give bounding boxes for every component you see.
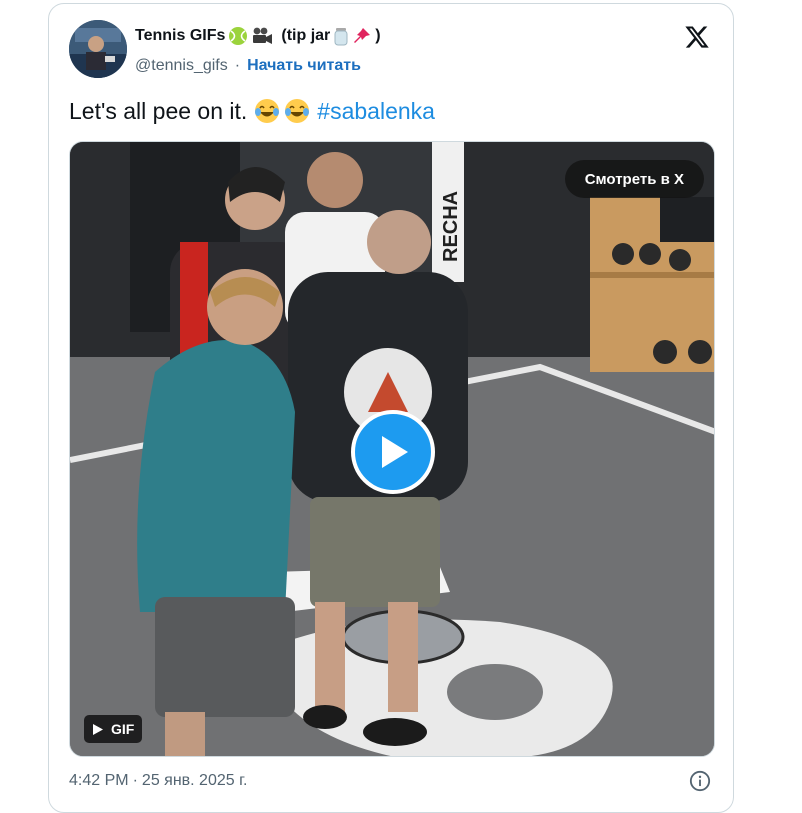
tip-jar-close: ) <box>375 27 381 44</box>
author-handle[interactable]: @tennis_gifs <box>135 57 228 75</box>
timestamp-separator: · <box>132 772 138 789</box>
tweet-date: 25 янв. 2025 г. <box>141 772 248 789</box>
face-with-tears-of-joy-icon <box>255 99 280 123</box>
tweet-time: 4:42 PM <box>69 772 129 789</box>
avatar[interactable] <box>69 20 127 78</box>
small-play-icon <box>93 723 103 735</box>
jar-icon <box>334 28 348 46</box>
follow-button[interactable]: Начать читать <box>247 57 361 75</box>
tweet-emojis <box>253 97 311 125</box>
tweet-text: Let's all pee on it. #sabalenka <box>69 97 435 125</box>
tip-jar-text: (tip jar <box>281 27 331 44</box>
tennis-ball-icon <box>229 27 248 45</box>
face-with-tears-of-joy-icon <box>285 99 310 123</box>
wall-text: RECHA <box>440 191 462 262</box>
author-name[interactable]: Tennis GIFs <box>135 27 225 45</box>
info-icon[interactable] <box>689 770 711 792</box>
x-logo-icon[interactable] <box>683 24 711 50</box>
play-icon <box>382 436 408 468</box>
media-player[interactable]: RECHA Смотреть в X GIF <box>69 141 715 757</box>
author-handle-row: @tennis_gifs · Начать читать <box>135 57 361 75</box>
avatar-image <box>69 20 127 78</box>
gif-label: GIF <box>111 721 135 737</box>
tweet-body: Let's all pee on it. <box>69 97 248 124</box>
author-name-row[interactable]: Tennis GIFs (tip jar ) <box>135 26 381 46</box>
tweet-embed-card[interactable]: Tennis GIFs (tip jar ) @tennis_gifs · На… <box>48 3 734 813</box>
gif-badge: GIF <box>84 715 143 743</box>
hashtag-link[interactable]: #sabalenka <box>317 98 435 125</box>
play-button[interactable] <box>351 410 435 494</box>
pushpin-icon <box>354 28 371 43</box>
watch-on-x-button[interactable]: Смотреть в X <box>564 160 704 198</box>
watch-on-x-label: Смотреть в X <box>584 170 684 188</box>
handle-separator: · <box>234 57 241 74</box>
tweet-timestamp[interactable]: 4:42 PM · 25 янв. 2025 г. <box>69 772 247 790</box>
movie-camera-icon <box>253 27 273 44</box>
